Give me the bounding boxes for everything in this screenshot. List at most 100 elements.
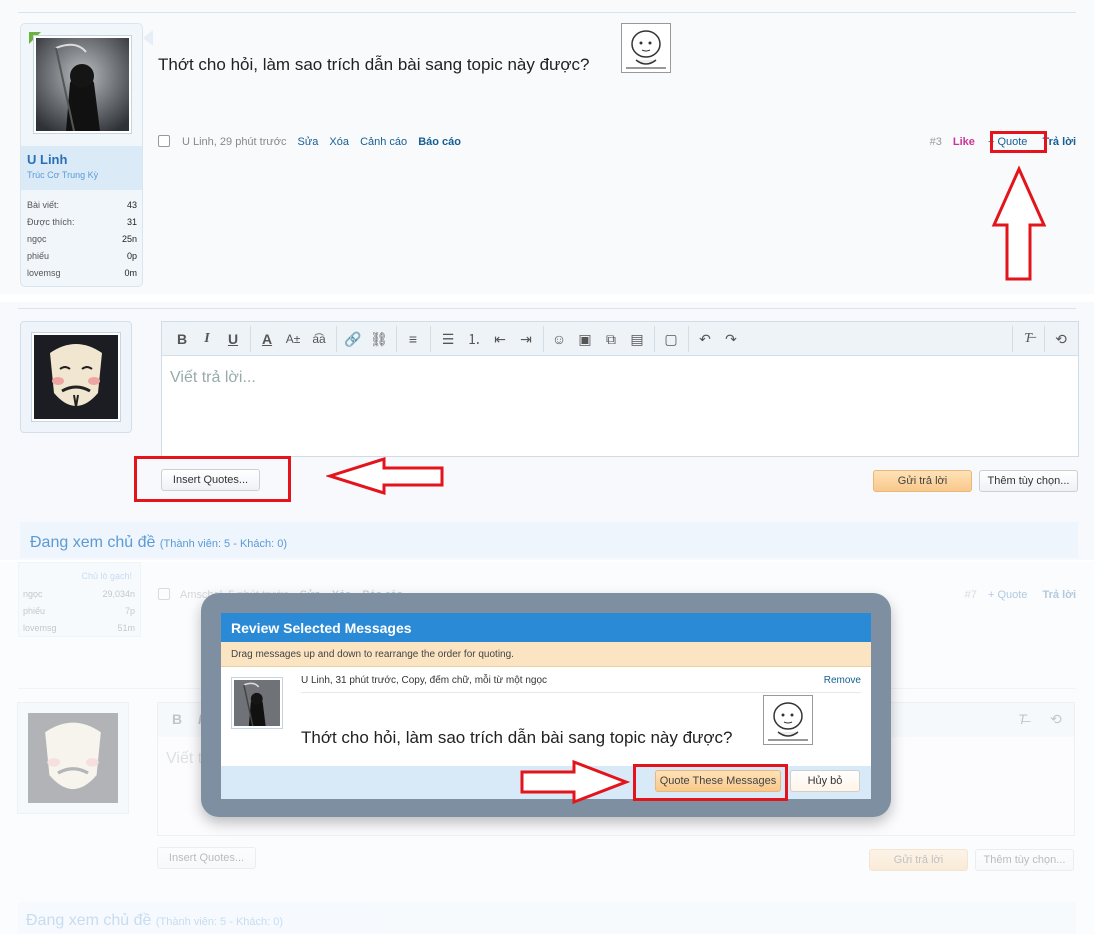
- numbered-list-icon[interactable]: ⒈: [464, 329, 484, 349]
- toggle-bbcode-icon[interactable]: ⟲: [1050, 711, 1062, 728]
- stat-label: Được thích:: [27, 217, 75, 227]
- more-options-button[interactable]: Thêm tùy chọn...: [979, 470, 1078, 492]
- separator: [543, 326, 544, 352]
- smiley-icon: [621, 23, 671, 73]
- select-post-checkbox[interactable]: [158, 135, 170, 147]
- remove-quote-link[interactable]: Remove: [824, 673, 861, 686]
- viewing-detail: (Thành viên: 5 - Khách: 0): [159, 538, 288, 550]
- align-icon[interactable]: ≡: [403, 329, 423, 349]
- mask-avatar-icon: [34, 335, 118, 419]
- submit-reply-button[interactable]: Gửi trả lời: [873, 470, 972, 492]
- cancel-button[interactable]: Hủy bỏ: [790, 770, 860, 792]
- quote-text[interactable]: Thớt cho hỏi, làm sao trích dẫn bài sang…: [301, 728, 733, 748]
- toggle-bbcode-icon[interactable]: ⟲: [1051, 329, 1071, 349]
- user-title: Trúc Cơ Trung Kỳ: [27, 170, 99, 180]
- reply-placeholder: Viết trả lời...: [170, 369, 256, 386]
- viewing-thread-bar: Đang xem chủ đề (Thành viên: 5 - Khách: …: [20, 522, 1078, 558]
- redo-icon[interactable]: ↷: [721, 329, 741, 349]
- avatar[interactable]: [31, 332, 121, 422]
- stat-row: phiếu 7p: [23, 606, 135, 623]
- stat-row: ngọc 29,034n: [23, 589, 135, 606]
- stat-value: 0p: [126, 251, 137, 261]
- undo-icon[interactable]: ↶: [695, 329, 715, 349]
- stat-label: lovemsg: [27, 268, 61, 278]
- quote-link[interactable]: + Quote: [988, 589, 1027, 601]
- font-color-icon[interactable]: A: [257, 329, 277, 349]
- reply-editor[interactable]: B I U A A± a͡a 🔗 ⛓ ≡ ☰ ⒈ ⇤ ⇥ ☺ ▣ ⧉ ▤ ▢ ↶…: [161, 321, 1079, 457]
- media-icon[interactable]: ⧉: [601, 329, 621, 349]
- delete-link[interactable]: Xóa: [329, 136, 349, 148]
- viewing-thread-bar: Đang xem chủ đề (Thành viên: 5 - Khách: …: [18, 902, 1076, 934]
- stat-row: lovemsg 0m: [27, 268, 137, 285]
- font-family-icon[interactable]: a͡a: [309, 329, 329, 349]
- stat-label: ngọc: [27, 234, 47, 244]
- link-icon[interactable]: 🔗: [343, 329, 363, 349]
- mask-avatar-icon: [28, 713, 118, 803]
- reaper-avatar-icon: [234, 680, 280, 727]
- stat-value: 29,034n: [102, 589, 135, 599]
- viewing-title-text: Đang xem chủ đề: [26, 912, 152, 929]
- faded-stats: ngọc 29,034n phiếu 7p lovemsg 51m: [23, 589, 135, 640]
- italic-icon[interactable]: I: [197, 329, 217, 349]
- separator: [1044, 326, 1045, 352]
- underline-icon[interactable]: U: [223, 329, 243, 349]
- stat-label: Bài viết:: [27, 200, 60, 210]
- select-post-checkbox[interactable]: [158, 588, 170, 600]
- user-stats: Bài viết: 43 Được thích: 31 ngọc 25n phiếu 0…: [27, 200, 137, 285]
- post-panel: U Linh Trúc Cơ Trung Kỳ Bài viết: 43 Được…: [0, 0, 1094, 294]
- stat-value: 31: [126, 217, 137, 227]
- reaper-avatar-icon: [36, 38, 129, 132]
- reply-link[interactable]: Trả lời: [1043, 589, 1077, 601]
- viewing-detail: (Thành viên: 5 - Khách: 0): [155, 916, 284, 928]
- outdent-icon[interactable]: ⇤: [490, 329, 510, 349]
- save-draft-icon[interactable]: ▢: [661, 329, 681, 349]
- dialog-title: Review Selected Messages: [221, 613, 871, 642]
- user-info-block: U Linh Trúc Cơ Trung Kỳ Bài viết: 43 Được…: [20, 23, 143, 287]
- stat-label: lovemsg: [23, 623, 57, 633]
- remove-format-icon[interactable]: T̶: [1018, 711, 1027, 727]
- stat-label: phiếu: [23, 606, 46, 616]
- arrow-up-icon: [991, 165, 1047, 281]
- unlink-icon[interactable]: ⛓: [369, 329, 389, 349]
- indent-icon[interactable]: ⇥: [516, 329, 536, 349]
- post-footer: U Linh, 29 phút trước Sửa Xóa Cảnh cáo B…: [158, 134, 1076, 150]
- insert-quotes-button[interactable]: Insert Quotes...: [157, 847, 256, 869]
- username-link[interactable]: U Linh: [27, 152, 67, 167]
- stat-label: phiếu: [27, 251, 50, 261]
- post-date: U Linh, 29 phút trước: [182, 136, 287, 148]
- bullet-list-icon[interactable]: ☰: [438, 329, 458, 349]
- bold-icon[interactable]: B: [172, 711, 182, 727]
- stat-row: Bài viết: 43: [27, 200, 137, 217]
- user-name-band: U Linh Trúc Cơ Trung Kỳ: [21, 146, 142, 190]
- font-size-icon[interactable]: A±: [283, 329, 303, 349]
- reply-link[interactable]: Trả lời: [1043, 136, 1077, 148]
- separator: [396, 326, 397, 352]
- code-icon[interactable]: ▤: [627, 329, 647, 349]
- report-link[interactable]: Báo cáo: [418, 136, 461, 148]
- bubble-tip: [143, 30, 153, 46]
- bold-icon[interactable]: B: [172, 329, 192, 349]
- like-link[interactable]: Like: [953, 136, 975, 148]
- avatar[interactable]: [33, 35, 132, 134]
- quote-meta: U Linh, 31 phút trước, Copy, đếm chữ, mỗ…: [301, 673, 861, 693]
- highlight-box-insert-quotes: [134, 456, 291, 502]
- arrow-left-icon: [326, 456, 444, 496]
- image-icon[interactable]: ▣: [575, 329, 595, 349]
- dialog-hint: Drag messages up and down to rearrange t…: [221, 642, 871, 667]
- viewing-title: Đang xem chủ đề (Thành viên: 5 - Khách: …: [30, 534, 287, 552]
- editor-toolbar: B I U A A± a͡a 🔗 ⛓ ≡ ☰ ⒈ ⇤ ⇥ ☺ ▣ ⧉ ▤ ▢ ↶…: [162, 322, 1078, 356]
- separator: [250, 326, 251, 352]
- arrow-right-icon: [520, 759, 630, 805]
- remove-format-icon[interactable]: T̶: [1018, 329, 1038, 349]
- viewing-title-text: Đang xem chủ đề: [30, 534, 156, 551]
- post-number[interactable]: #7: [965, 589, 977, 601]
- smilie-icon[interactable]: ☺: [549, 329, 569, 349]
- stat-value: 43: [126, 200, 137, 210]
- faded-avatar-box: [17, 702, 129, 814]
- more-options-button[interactable]: Thêm tùy chọn...: [975, 849, 1074, 871]
- post-number[interactable]: #3: [930, 136, 942, 148]
- submit-reply-button[interactable]: Gửi trả lời: [869, 849, 968, 871]
- stat-row: ngọc 25n: [27, 234, 137, 251]
- edit-link[interactable]: Sửa: [298, 136, 319, 148]
- warn-link[interactable]: Cảnh cáo: [360, 136, 407, 148]
